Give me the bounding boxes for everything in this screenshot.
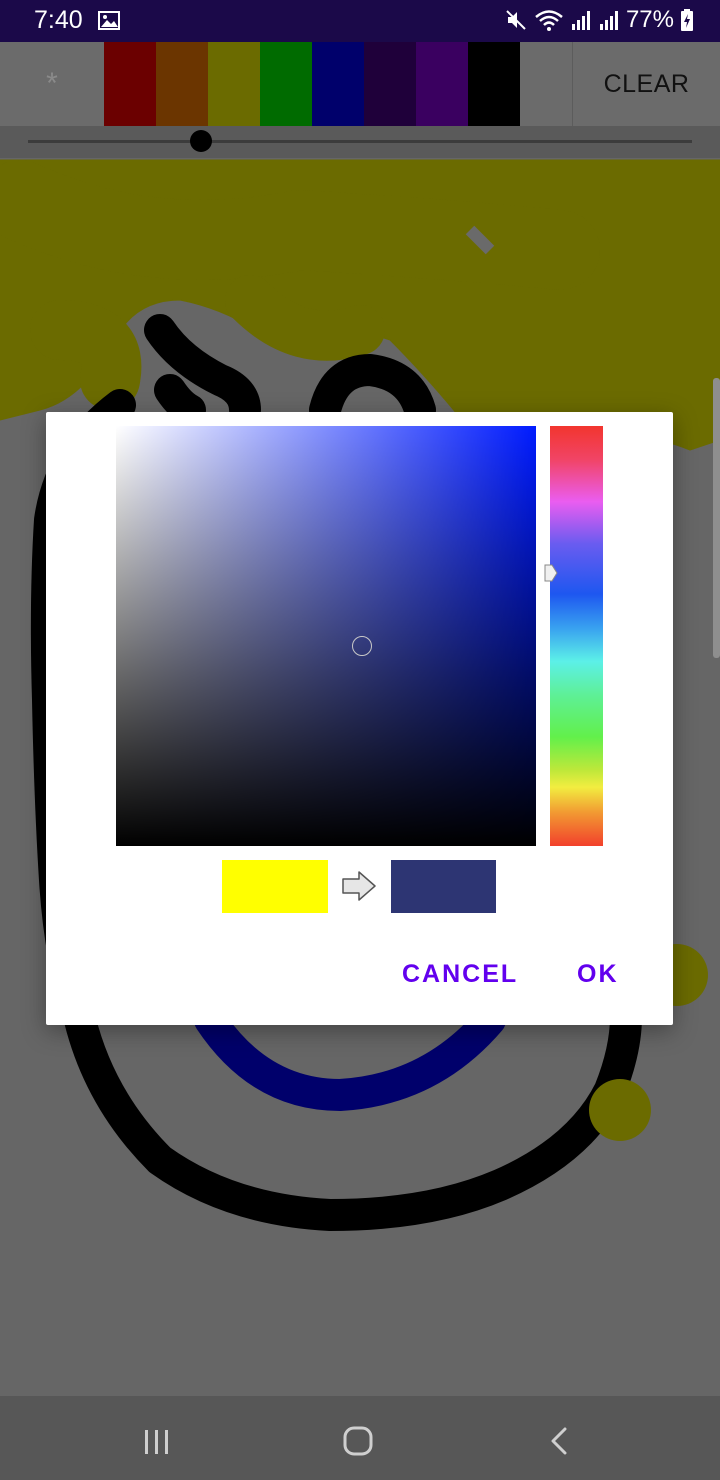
slider-track bbox=[28, 140, 692, 143]
color-swatch-olive[interactable] bbox=[208, 42, 260, 126]
sv-cursor[interactable] bbox=[352, 636, 372, 656]
color-swatch-navy[interactable] bbox=[312, 42, 364, 126]
saturation-value-picker[interactable] bbox=[116, 426, 536, 846]
clear-button[interactable]: CLEAR bbox=[573, 42, 720, 126]
blue-scribble bbox=[194, 1004, 506, 1112]
color-toolbar: * CLEAR bbox=[0, 42, 720, 126]
signal-icon bbox=[570, 8, 592, 32]
mute-icon bbox=[504, 8, 528, 32]
slider-thumb[interactable] bbox=[189, 130, 212, 152]
image-icon bbox=[98, 11, 120, 30]
cancel-button[interactable]: CANCEL bbox=[402, 960, 518, 989]
signal-icon bbox=[598, 8, 620, 32]
eraser-button[interactable]: * bbox=[0, 42, 104, 126]
wifi-icon bbox=[534, 8, 564, 32]
battery-percent: 77% bbox=[625, 6, 674, 33]
recents-icon[interactable] bbox=[143, 1429, 171, 1460]
color-swatch-black[interactable] bbox=[468, 42, 520, 126]
old-color-preview[interactable] bbox=[222, 860, 328, 913]
hue-marker-icon[interactable] bbox=[544, 564, 558, 587]
arrow-right-icon bbox=[341, 870, 377, 907]
color-swatch-dark-red[interactable] bbox=[104, 42, 156, 126]
status-time: 7:40 bbox=[34, 6, 83, 34]
back-icon[interactable] bbox=[549, 1427, 569, 1460]
ok-button[interactable]: OK bbox=[577, 960, 619, 989]
home-icon[interactable] bbox=[343, 1426, 373, 1461]
color-swatch-purple[interactable] bbox=[416, 42, 468, 126]
color-picker-dialog: CANCEL OK bbox=[46, 412, 673, 1025]
new-color-preview bbox=[391, 860, 496, 913]
color-swatch-green[interactable] bbox=[260, 42, 312, 126]
hue-slider[interactable] bbox=[544, 426, 603, 846]
battery-charging-icon bbox=[680, 8, 694, 32]
status-icons: 77% bbox=[504, 6, 694, 34]
scroll-indicator bbox=[713, 378, 720, 658]
color-swatch-brown[interactable] bbox=[156, 42, 208, 126]
status-bar: 7:40 77% bbox=[0, 0, 720, 42]
brush-size-slider[interactable] bbox=[0, 126, 720, 158]
color-swatch-dark-purple[interactable] bbox=[364, 42, 416, 126]
